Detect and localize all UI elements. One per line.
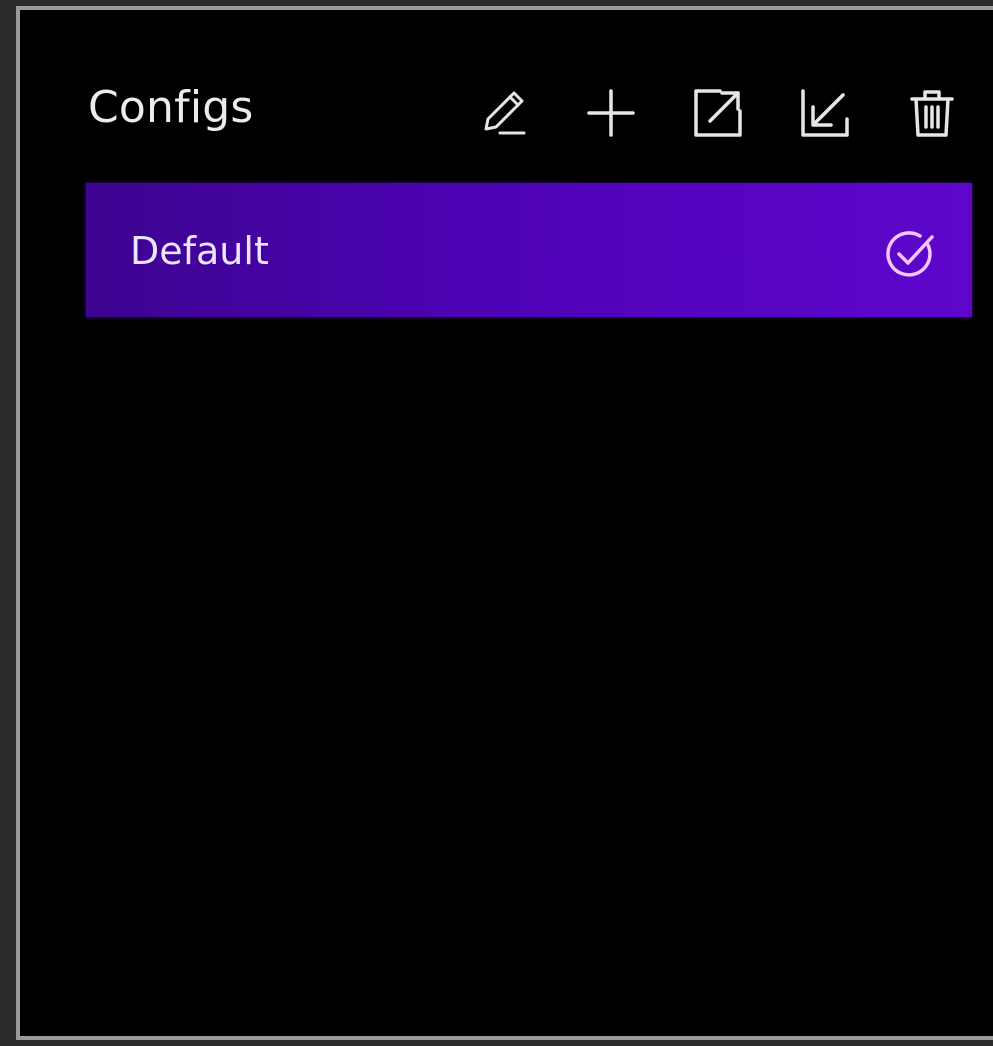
edit-button[interactable] bbox=[474, 83, 534, 143]
trash-icon bbox=[910, 90, 954, 137]
import-icon bbox=[801, 89, 849, 137]
config-list: Default bbox=[86, 183, 972, 317]
panel-header: Configs bbox=[82, 78, 962, 148]
panel-title: Configs bbox=[88, 82, 254, 133]
check-circle-icon bbox=[886, 231, 934, 277]
config-item-default[interactable]: Default bbox=[86, 183, 972, 317]
export-icon bbox=[694, 89, 742, 137]
add-button[interactable] bbox=[581, 83, 641, 143]
configs-panel: Configs Default bbox=[34, 20, 993, 1036]
export-button[interactable] bbox=[688, 83, 748, 143]
delete-button[interactable] bbox=[902, 83, 962, 143]
config-item-label: Default bbox=[130, 229, 269, 273]
toolbar bbox=[427, 78, 962, 148]
window-background: Configs Default bbox=[0, 0, 993, 1046]
configs-panel-frame: Configs Default bbox=[16, 6, 993, 1040]
import-button[interactable] bbox=[795, 83, 855, 143]
plus-icon bbox=[587, 89, 635, 137]
pencil-icon bbox=[484, 91, 526, 135]
